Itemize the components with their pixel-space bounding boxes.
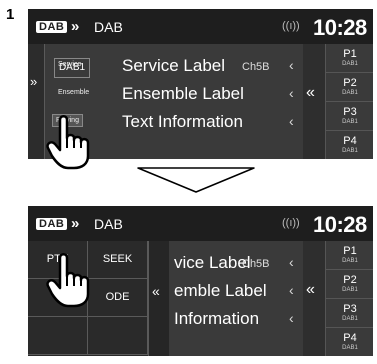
preset-list: P1 DAB1 P2 DAB1 P3 DAB1 P4 DAB1 — [325, 241, 373, 356]
preset-band: DAB1 — [342, 316, 358, 322]
preset-toggle-button[interactable]: « — [303, 44, 325, 159]
top-bar: DAB » DAB ((ı)) 10:28 — [28, 9, 373, 44]
source-chevron-icon[interactable]: » — [71, 215, 79, 232]
row-value: Text Information — [122, 112, 243, 131]
preset-toggle-button[interactable]: « — [303, 241, 325, 356]
row-arrow-icon[interactable]: ‹ — [289, 57, 294, 73]
row-arrow-icon[interactable]: ‹ — [289, 85, 294, 101]
chevron-left-double-icon: « — [306, 281, 315, 298]
preset-band: DAB1 — [342, 345, 358, 351]
chevron-right-icon: » — [30, 74, 38, 89]
chevron-left-double-icon: « — [306, 84, 315, 101]
info-row-service: Service Service Label ‹ — [44, 54, 303, 80]
preset-band: DAB1 — [342, 287, 358, 293]
signal-icon: ((ı)) — [282, 20, 300, 32]
preset-button[interactable]: P3 DAB1 — [326, 102, 373, 131]
preset-band: DAB1 — [342, 119, 358, 125]
preset-band: DAB1 — [342, 258, 358, 264]
preset-label: P3 — [343, 106, 357, 118]
preset-button[interactable]: P1 DAB1 — [326, 44, 373, 73]
row-value: vice Label — [174, 253, 251, 272]
source-title: DAB — [94, 19, 123, 35]
preset-button[interactable]: P2 DAB1 — [326, 73, 373, 102]
clock: 10:28 — [313, 212, 367, 237]
row-tag: Ensemble — [58, 89, 90, 96]
preset-button[interactable]: P3 DAB1 — [326, 299, 373, 328]
preset-label: P2 — [343, 274, 357, 286]
preset-label: P4 — [343, 135, 357, 147]
row-arrow-icon[interactable]: ‹ — [289, 282, 294, 298]
row-value: emble Label — [174, 281, 267, 300]
preset-band: DAB1 — [342, 61, 358, 67]
preset-button[interactable]: P4 DAB1 — [326, 131, 373, 159]
row-value: Information — [174, 309, 260, 328]
preset-label: P1 — [343, 245, 357, 257]
preset-list: P1 DAB1 P2 DAB1 P3 DAB1 P4 DAB1 — [325, 44, 373, 159]
preset-label: P2 — [343, 77, 357, 89]
source-chevron-icon[interactable]: » — [71, 18, 79, 35]
menu-empty-cell[interactable] — [88, 317, 148, 355]
close-menu-button[interactable]: « — [148, 241, 169, 356]
preset-band: DAB1 — [342, 148, 358, 154]
row-tag: Service — [58, 61, 82, 68]
step-number: 1 — [6, 6, 15, 23]
row-arrow-icon[interactable]: ‹ — [289, 254, 294, 270]
preset-label: P4 — [343, 332, 357, 344]
top-bar: DAB » DAB ((ı)) 10:28 — [28, 206, 373, 241]
preset-label: P3 — [343, 303, 357, 315]
down-arrow-icon — [137, 167, 255, 193]
clock: 10:28 — [313, 15, 367, 40]
chevron-left-double-icon: « — [152, 283, 160, 299]
row-arrow-icon[interactable]: ‹ — [289, 113, 294, 129]
dab-logo: DAB — [36, 21, 68, 33]
signal-icon: ((ı)) — [282, 217, 300, 229]
preset-band: DAB1 — [342, 90, 358, 96]
dab-logo: DAB — [36, 218, 68, 230]
info-row-ensemble: Ensemble Ensemble Label ‹ — [44, 82, 303, 108]
preset-button[interactable]: P2 DAB1 — [326, 270, 373, 299]
source-title: DAB — [94, 216, 123, 232]
hand-pointer-icon — [46, 253, 90, 308]
row-value: Ensemble Label — [122, 84, 244, 103]
preset-button[interactable]: P4 DAB1 — [326, 328, 373, 356]
preset-button[interactable]: P1 DAB1 — [326, 241, 373, 270]
menu-empty-cell[interactable] — [28, 317, 88, 355]
preset-label: P1 — [343, 48, 357, 60]
row-value: Service Label — [122, 56, 226, 75]
row-arrow-icon[interactable]: ‹ — [289, 310, 294, 326]
hand-pointer-icon — [46, 115, 90, 170]
open-menu-tab[interactable]: » — [28, 44, 45, 159]
